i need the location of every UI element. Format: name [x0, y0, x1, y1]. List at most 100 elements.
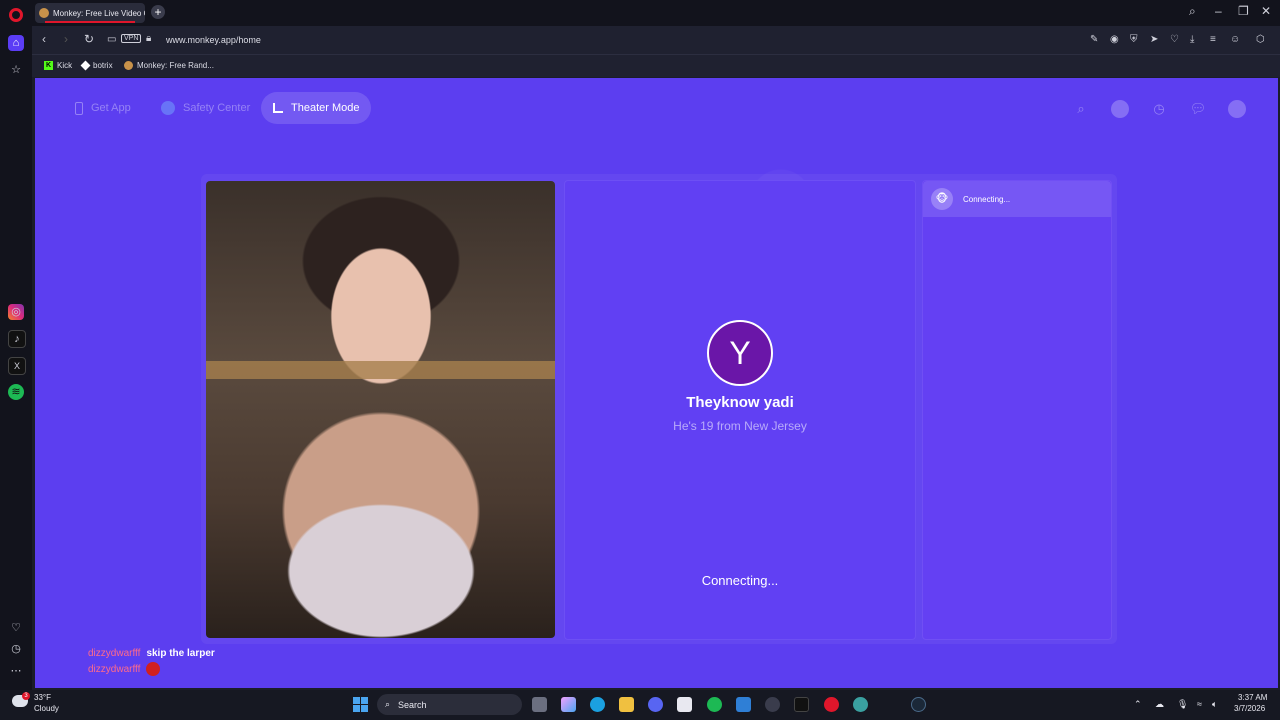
chat-line: dizzydwarfff	[88, 662, 215, 678]
store-icon[interactable]	[677, 697, 692, 712]
safety-center-button[interactable]: Safety Center	[149, 92, 262, 124]
minimize-button[interactable]: –	[1215, 4, 1222, 18]
url-field[interactable]: www.monkey.app/home	[166, 35, 261, 45]
safety-center-label: Safety Center	[183, 102, 251, 114]
botrix-icon	[80, 60, 91, 71]
profile-icon[interactable]: ☺	[1230, 34, 1240, 45]
send-icon[interactable]: ➤	[1150, 34, 1158, 45]
history-icon[interactable]: ◷	[1150, 100, 1168, 118]
bookmark-label: Kick	[57, 61, 73, 70]
new-tab-button[interactable]: +	[151, 5, 165, 19]
opera-icon[interactable]	[824, 697, 839, 712]
mail-icon[interactable]	[736, 697, 751, 712]
spotify-icon[interactable]	[707, 697, 722, 712]
heart-icon[interactable]: ♡	[8, 620, 24, 636]
match-avatar: Y	[707, 320, 773, 386]
task-view-icon[interactable]	[532, 697, 547, 712]
microphone-icon[interactable]: 🎙︎	[1177, 699, 1188, 710]
weather-condition[interactable]: Cloudy	[34, 704, 59, 713]
star-icon[interactable]: ☆	[8, 62, 24, 78]
clock-date[interactable]: 3/7/2026	[1234, 704, 1265, 713]
windows-start-icon[interactable]	[353, 697, 368, 712]
theater-mode-button[interactable]: Theater Mode	[261, 92, 372, 124]
globe-app-icon[interactable]	[853, 697, 868, 712]
monkey-face-icon: 🐵︎	[931, 188, 953, 210]
messages-icon[interactable]: 💬︎	[1189, 100, 1207, 118]
tiktok-icon[interactable]	[794, 697, 809, 712]
edge-icon[interactable]	[590, 697, 605, 712]
tray-chevron-icon[interactable]: ⌃	[1134, 699, 1142, 710]
steam-icon[interactable]	[911, 697, 926, 712]
bookmark-monkey[interactable]: Monkey: Free Rand...	[124, 61, 214, 70]
reload-button[interactable]: ↻	[84, 32, 94, 46]
opera-logo-icon[interactable]	[9, 8, 23, 22]
monkey-avatar-icon[interactable]	[1111, 100, 1129, 118]
download-icon[interactable]: ⤓	[1190, 34, 1194, 45]
match-profile-panel: Y Theyknow yadi He's 19 from New Jersey …	[564, 180, 916, 640]
edit-icon[interactable]: ✎	[1090, 34, 1098, 45]
chat-line: dizzydwarfff skip the larper	[88, 646, 215, 662]
menu-icon[interactable]: ≡	[1210, 34, 1216, 45]
monkey-page: Get App Safety Center Theater Mode ⌕ ◷ 💬…	[35, 78, 1278, 688]
clock-time[interactable]: 3:37 AM	[1238, 693, 1267, 702]
bookmarks-bar: K Kick botrix Monkey: Free Rand...	[32, 54, 1280, 77]
forward-button[interactable]: ›	[64, 32, 68, 46]
wifi-icon[interactable]: ≈	[1197, 699, 1202, 709]
tab-active-indicator	[45, 21, 135, 23]
bookmark-label: botrix	[93, 61, 113, 70]
kick-icon: K	[44, 61, 53, 70]
extensions-icon[interactable]: ⬡	[1256, 34, 1265, 45]
tiktok-icon[interactable]: ♪	[8, 330, 26, 348]
camera-icon[interactable]: ◉	[1110, 34, 1119, 45]
chat-header: 🐵︎ Connecting...	[923, 181, 1111, 217]
copilot-icon[interactable]	[561, 697, 576, 712]
user-avatar-icon[interactable]	[1228, 100, 1246, 118]
maximize-button[interactable]: ❐	[1238, 4, 1249, 18]
match-info: He's 19 from New Jersey	[673, 419, 807, 433]
emote-icon	[146, 662, 161, 677]
search-icon[interactable]: ⌕	[1072, 100, 1090, 118]
theater-mode-label: Theater Mode	[291, 102, 360, 114]
stream-chat-overlay: dizzydwarfff skip the larper dizzydwarfff	[88, 646, 215, 678]
address-bar: ‹ › ↻ ▭ VPN 🔒︎ www.monkey.app/home ✎ ◉ ⛨…	[32, 26, 1280, 54]
vpn-badge[interactable]: VPN	[121, 34, 142, 43]
onedrive-icon[interactable]: ☁	[1155, 699, 1164, 710]
file-explorer-icon[interactable]	[619, 697, 634, 712]
spotify-icon[interactable]: ≋	[8, 384, 24, 400]
bookmark-kick[interactable]: K Kick	[44, 61, 72, 70]
temperature[interactable]: 33°F	[34, 693, 51, 702]
search-tabs-icon[interactable]: ⌕	[1189, 4, 1196, 19]
lock-icon[interactable]: 🔒︎	[146, 33, 151, 44]
taskbar-search[interactable]: ⌕ Search	[377, 694, 522, 715]
expand-icon	[273, 103, 283, 113]
monkey-icon	[124, 61, 133, 70]
instagram-icon[interactable]: ◎	[8, 304, 24, 320]
search-label: Search	[398, 699, 427, 710]
bookmark-botrix[interactable]: botrix	[80, 60, 113, 71]
x-icon[interactable]: X	[8, 357, 26, 375]
chat-username: dizzydwarfff	[88, 664, 141, 675]
back-button[interactable]: ‹	[42, 32, 46, 46]
more-icon[interactable]: ⋯	[8, 663, 24, 679]
snapshot-icon[interactable]: ▭	[107, 34, 116, 45]
match-name: Theyknow yadi	[686, 394, 794, 411]
tab-title: Monkey: Free Live Video C	[53, 8, 145, 18]
self-video-feed	[206, 181, 555, 638]
get-app-button[interactable]: Get App	[63, 92, 143, 124]
chatgpt-icon[interactable]	[765, 697, 780, 712]
close-window-button[interactable]: ✕	[1261, 4, 1271, 18]
search-icon: ⌕	[385, 699, 391, 709]
history-icon[interactable]: ◷	[8, 641, 24, 657]
taskbar: 3 33°F Cloudy ⌕ Search ⌃ ☁ 🎙︎ ≈ 🔈︎ 3:37 …	[0, 690, 1280, 720]
monkey-favicon-icon	[39, 8, 49, 18]
heart-icon[interactable]: ♡	[1170, 34, 1179, 45]
home-icon[interactable]: ⌂	[8, 35, 24, 51]
discord-icon[interactable]	[648, 697, 663, 712]
weather-badge: 3	[22, 692, 30, 700]
bookmark-label: Monkey: Free Rand...	[137, 61, 214, 70]
volume-icon[interactable]: 🔈︎	[1212, 699, 1217, 710]
shield-icon[interactable]: ⛨	[1130, 34, 1138, 45]
browser-tab[interactable]: Monkey: Free Live Video C	[35, 3, 145, 23]
background-shelf	[206, 361, 555, 379]
chat-message: skip the larper	[146, 648, 215, 659]
